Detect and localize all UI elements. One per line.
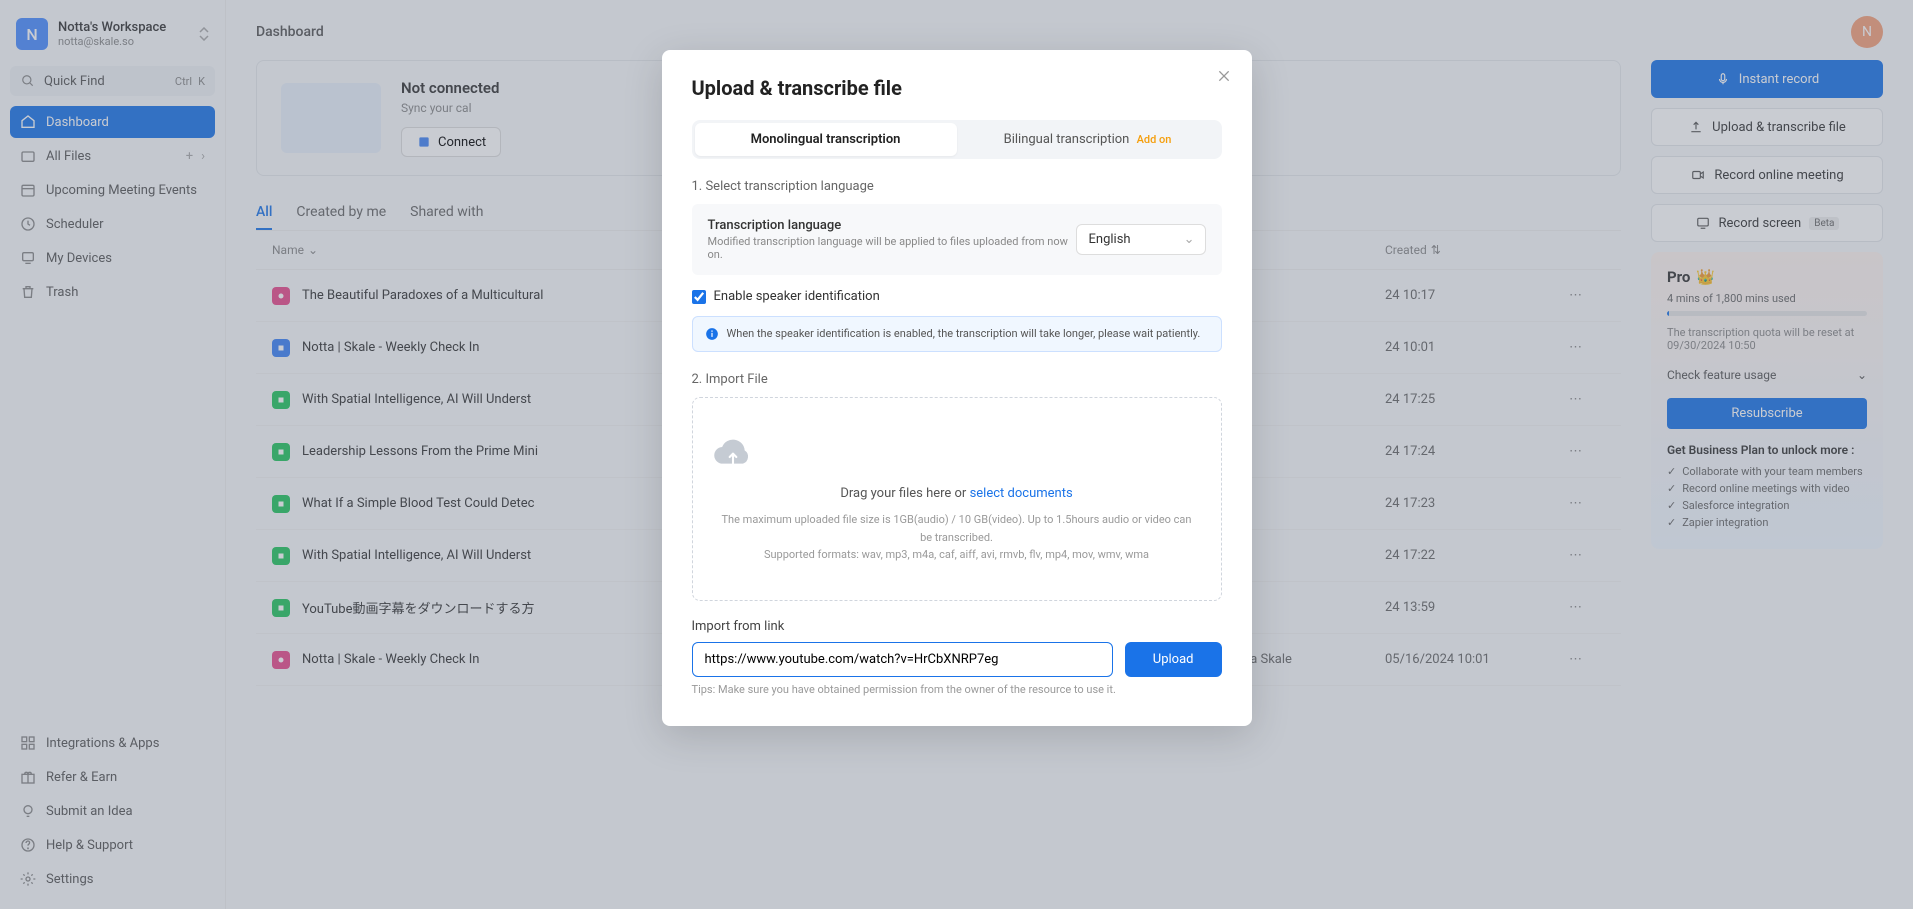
file-drop-zone[interactable]: Drag your files here or select documents… [692,397,1222,601]
close-button[interactable] [1216,68,1232,84]
select-documents-link[interactable]: select documents [970,486,1073,501]
lang-title: Transcription language [708,218,1076,233]
modal-title: Upload & transcribe file [692,76,1222,100]
speaker-id-checkbox[interactable]: Enable speaker identification [692,289,1222,304]
info-note: When the speaker identification is enabl… [692,316,1222,352]
info-icon [705,327,719,341]
language-box: Transcription language Modified transcri… [692,204,1222,275]
app-root: N Notta's Workspace notta@skale.so Quick… [0,0,1913,909]
step-1-label: 1. Select transcription language [692,179,1222,194]
lang-subtitle: Modified transcription language will be … [708,235,1076,261]
tab-bilingual[interactable]: Bilingual transcription Add on [957,123,1219,156]
close-icon [1216,68,1232,84]
upload-button[interactable]: Upload [1125,642,1222,677]
addon-badge: Add on [1137,133,1172,146]
import-link-label: Import from link [692,619,1222,634]
tips-text: Tips: Make sure you have obtained permis… [692,683,1222,696]
import-url-input[interactable] [692,642,1113,677]
language-select[interactable]: English [1076,224,1206,255]
cloud-upload-icon [713,434,1201,470]
step-2-label: 2. Import File [692,372,1222,387]
speaker-id-input[interactable] [692,290,706,304]
tab-monolingual[interactable]: Monolingual transcription [695,123,957,156]
modal-overlay[interactable]: Upload & transcribe file Monolingual tra… [0,0,1913,909]
upload-modal: Upload & transcribe file Monolingual tra… [662,50,1252,726]
transcription-mode-tabs: Monolingual transcription Bilingual tran… [692,120,1222,159]
